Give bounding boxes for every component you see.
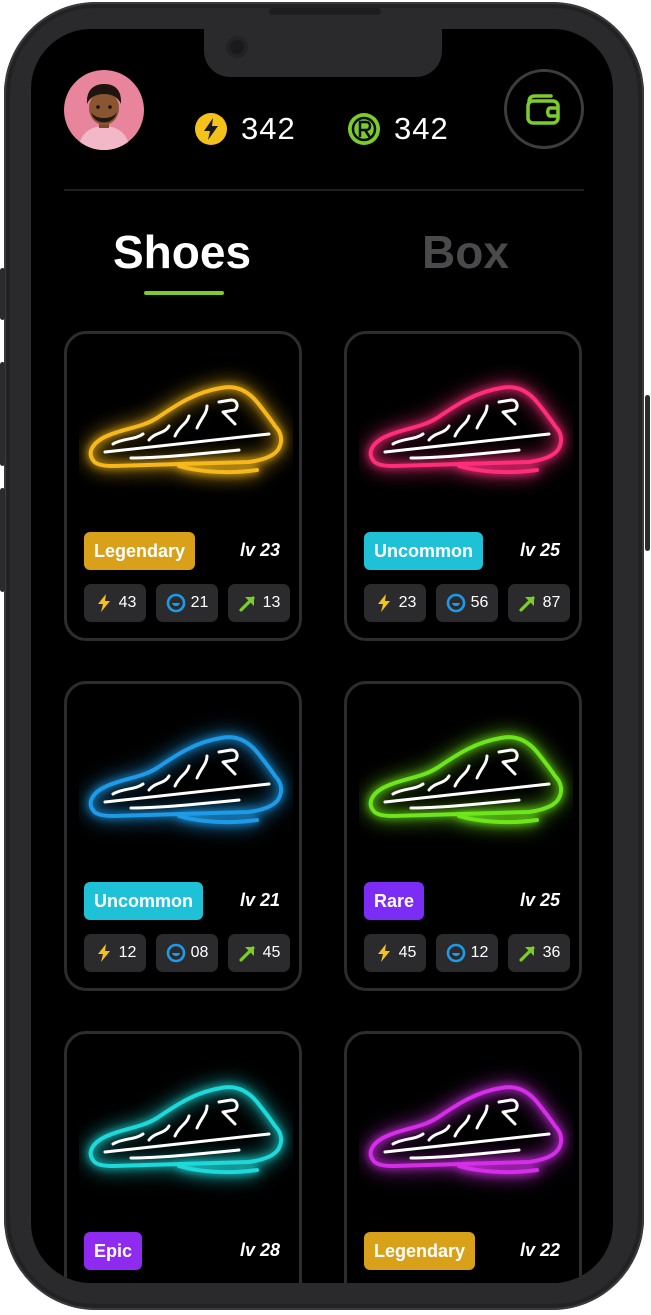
smile-icon <box>166 593 185 613</box>
lightning-icon <box>377 944 390 962</box>
arrow-up-right-icon <box>238 946 255 962</box>
comfort-stat: 21 <box>156 584 218 622</box>
sneaker-icon <box>368 385 564 475</box>
sneaker-icon <box>368 735 564 825</box>
lightning-icon <box>97 944 110 962</box>
energy-stat-value: 12 <box>118 944 137 961</box>
r-coin-icon <box>348 113 380 145</box>
comfort-stat-value: 56 <box>470 594 489 611</box>
mute-switch <box>0 268 5 320</box>
energy-stat-value: 43 <box>118 594 137 611</box>
coin-balance: 342 <box>348 111 449 147</box>
comfort-stat-value: 12 <box>470 944 489 961</box>
sneaker-icon <box>368 1085 564 1175</box>
growth-stat-value: 13 <box>262 594 281 611</box>
energy-stat-value: 23 <box>398 594 417 611</box>
growth-stat: 13 <box>228 584 290 622</box>
lightning-icon <box>195 113 227 145</box>
level-label: lv 21 <box>239 890 280 910</box>
smile-icon <box>446 943 465 963</box>
growth-stat-value: 36 <box>542 944 561 961</box>
active-tab-indicator <box>144 291 224 295</box>
energy-stat: 43 <box>84 584 146 622</box>
comfort-stat: 56 <box>436 584 498 622</box>
shoe-card-4[interactable]: Rare lv 25 45 12 36 <box>344 681 582 991</box>
rarity-badge: Uncommon <box>84 882 203 920</box>
rarity-badge: Epic <box>84 1232 143 1270</box>
rarity-badge: Legendary <box>84 532 196 570</box>
notch <box>204 29 442 77</box>
shoe-card-6[interactable]: Legendary lv 22 <box>344 1031 582 1283</box>
rarity-badge: Legendary <box>364 1232 476 1270</box>
sneaker-icon <box>88 385 284 475</box>
avatar-person-icon <box>78 84 130 150</box>
growth-stat-value: 87 <box>542 594 561 611</box>
growth-stat-value: 45 <box>262 944 281 961</box>
volume-up-button <box>0 362 5 466</box>
comfort-stat: 08 <box>156 934 218 972</box>
volume-down-button <box>0 488 5 592</box>
shoe-card-1[interactable]: Legendary lv 23 43 21 13 <box>64 331 302 641</box>
comfort-stat: 12 <box>436 934 498 972</box>
wallet-button[interactable] <box>504 69 584 149</box>
rarity-badge: Rare <box>364 882 425 920</box>
level-label: lv 28 <box>239 1240 280 1260</box>
energy-balance: 342 <box>195 111 296 147</box>
rarity-badge: Uncommon <box>364 532 483 570</box>
level-label: lv 22 <box>519 1240 560 1260</box>
arrow-up-right-icon <box>238 596 255 612</box>
lightning-icon <box>377 594 390 612</box>
level-label: lv 25 <box>519 540 560 560</box>
energy-value: 342 <box>241 111 296 146</box>
arrow-up-right-icon <box>518 946 535 962</box>
lightning-icon <box>97 594 110 612</box>
growth-stat: 87 <box>508 584 570 622</box>
stat-chips: 23 56 87 <box>364 584 570 622</box>
smile-icon <box>446 593 465 613</box>
shoe-card-2[interactable]: Uncommon lv 25 23 56 87 <box>344 331 582 641</box>
app-screen: 342 342 Shoes Box Legendary lv 23 43 21 … <box>31 29 613 1283</box>
level-label: lv 25 <box>519 890 560 910</box>
smile-icon <box>166 943 185 963</box>
stat-chips: 43 21 13 <box>84 584 290 622</box>
energy-stat: 45 <box>364 934 426 972</box>
growth-stat: 36 <box>508 934 570 972</box>
shoe-card-5[interactable]: Epic lv 28 <box>64 1031 302 1283</box>
stat-chips: 12 08 45 <box>84 934 290 972</box>
comfort-stat-value: 08 <box>190 944 209 961</box>
energy-stat: 12 <box>84 934 146 972</box>
sneaker-icon <box>88 1085 284 1175</box>
tab-shoes[interactable]: Shoes <box>113 225 251 279</box>
level-label: lv 23 <box>239 540 280 560</box>
sneaker-icon <box>88 735 284 825</box>
camera-icon <box>226 36 248 58</box>
tab-box[interactable]: Box <box>422 225 509 279</box>
header-divider <box>64 189 584 191</box>
avatar[interactable] <box>64 70 144 150</box>
shoe-card-3[interactable]: Uncommon lv 21 12 08 45 <box>64 681 302 991</box>
arrow-up-right-icon <box>518 596 535 612</box>
power-button <box>645 395 650 551</box>
comfort-stat-value: 21 <box>190 594 209 611</box>
energy-stat: 23 <box>364 584 426 622</box>
wallet-icon <box>526 94 560 125</box>
growth-stat: 45 <box>228 934 290 972</box>
stat-chips: 45 12 36 <box>364 934 570 972</box>
top-speaker <box>269 8 381 15</box>
energy-stat-value: 45 <box>398 944 417 961</box>
coin-value: 342 <box>394 111 449 146</box>
